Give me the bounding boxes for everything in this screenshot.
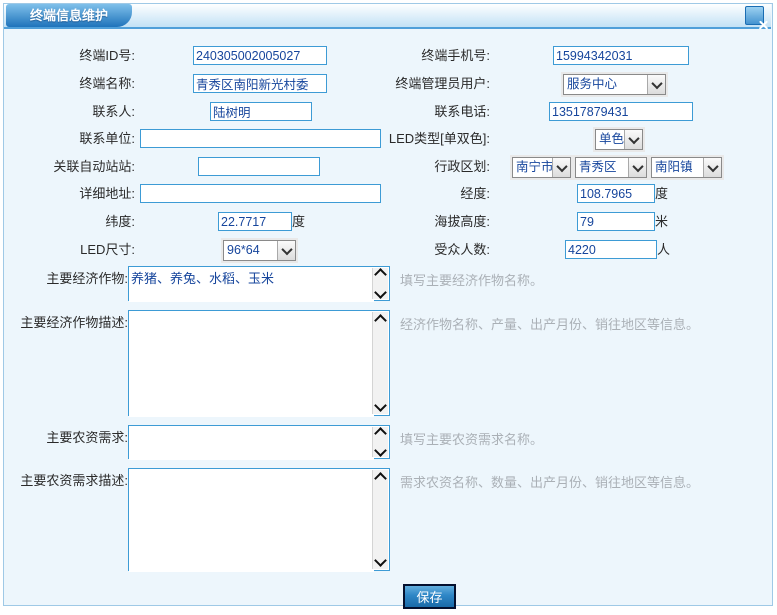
agri-needs-desc-textarea[interactable]	[129, 469, 374, 572]
terminal-id-label: 终端ID号:	[10, 47, 135, 64]
contact-unit-label: 联系单位:	[10, 130, 135, 147]
save-button[interactable]: 保存	[403, 584, 456, 609]
chevron-down-icon	[277, 241, 295, 260]
region-city-value: 南宁市	[513, 159, 552, 176]
longitude-label: 经度:	[340, 185, 490, 202]
latitude-unit: 度	[292, 213, 305, 230]
scroll-down-icon[interactable]	[374, 444, 387, 457]
region-city-select[interactable]: 南宁市	[512, 157, 571, 178]
contact-phone-input[interactable]	[549, 102, 693, 121]
scroll-up-icon[interactable]	[374, 472, 387, 485]
latitude-label: 纬度:	[10, 213, 135, 230]
agri-needs-hint: 填写主要农资需求名称。	[400, 429, 543, 448]
terminal-admin-select[interactable]: 服务中心	[563, 74, 666, 95]
longitude-input[interactable]	[577, 184, 655, 203]
agri-needs-desc-label: 主要农资需求描述:	[10, 472, 128, 489]
altitude-unit: 米	[655, 213, 668, 230]
led-size-value: 96*64	[224, 242, 277, 259]
audience-label: 受众人数:	[340, 241, 490, 258]
terminal-id-input[interactable]	[193, 46, 327, 65]
region-town-select[interactable]: 南阳镇	[651, 157, 722, 178]
led-type-select[interactable]: 单色	[595, 129, 643, 150]
main-crops-desc-label: 主要经济作物描述:	[10, 314, 128, 331]
scroll-up-icon[interactable]	[374, 268, 387, 281]
latitude-input[interactable]	[218, 212, 292, 231]
agri-needs-field	[128, 425, 390, 459]
contact-phone-label: 联系电话:	[340, 103, 490, 120]
scrollbar[interactable]	[372, 427, 388, 457]
scroll-up-icon[interactable]	[374, 427, 387, 440]
auto-station-label: 关联自动站站:	[10, 158, 135, 175]
scroll-up-icon[interactable]	[374, 314, 387, 327]
chevron-down-icon	[624, 130, 642, 149]
scroll-down-icon[interactable]	[374, 399, 387, 412]
contact-label: 联系人:	[10, 103, 135, 120]
titlebar-underline	[4, 27, 771, 29]
audience-unit: 人	[657, 241, 670, 258]
agri-needs-label: 主要农资需求:	[10, 429, 128, 446]
terminal-admin-value: 服务中心	[564, 76, 647, 93]
scroll-down-icon[interactable]	[374, 286, 387, 299]
main-crops-desc-field	[128, 310, 390, 416]
main-crops-label: 主要经济作物:	[10, 270, 128, 287]
auto-station-input[interactable]	[198, 157, 320, 176]
audience-input[interactable]	[565, 240, 657, 259]
scrollbar[interactable]	[372, 268, 388, 299]
region-town-value: 南阳镇	[652, 159, 703, 176]
agri-needs-desc-hint: 需求农资名称、数量、出产月份、销往地区等信息。	[400, 472, 699, 491]
contact-input[interactable]	[210, 102, 312, 121]
page: 终端信息维护 终端ID号: 终端手机号: 终端名称: 终端管理员用户: 服务中心…	[0, 0, 777, 615]
region-label: 行政区划:	[340, 158, 490, 175]
main-crops-desc-textarea[interactable]	[129, 311, 374, 417]
region-district-select[interactable]: 青秀区	[575, 157, 647, 178]
main-crops-hint: 填写主要经济作物名称。	[400, 270, 543, 289]
led-size-select[interactable]: 96*64	[223, 240, 296, 261]
scrollbar[interactable]	[372, 470, 388, 569]
altitude-input[interactable]	[577, 212, 655, 231]
terminal-name-input[interactable]	[193, 74, 327, 93]
agri-needs-textarea[interactable]	[129, 426, 374, 460]
terminal-name-label: 终端名称:	[10, 75, 135, 92]
longitude-unit: 度	[655, 185, 668, 202]
close-button[interactable]	[745, 6, 764, 25]
dialog-title: 终端信息维护	[6, 4, 132, 27]
chevron-down-icon	[552, 158, 570, 177]
terminal-admin-label: 终端管理员用户:	[330, 75, 490, 92]
led-type-label: LED类型[单双色]:	[330, 130, 490, 147]
scroll-down-icon[interactable]	[374, 554, 387, 567]
agri-needs-desc-field	[128, 468, 390, 571]
scrollbar[interactable]	[372, 312, 388, 414]
led-size-label: LED尺寸:	[10, 241, 135, 258]
main-crops-textarea[interactable]: 养猪、养兔、水稻、玉米	[129, 267, 374, 302]
altitude-label: 海拔高度:	[340, 213, 490, 230]
address-label: 详细地址:	[10, 185, 135, 202]
terminal-phone-label: 终端手机号:	[340, 47, 490, 64]
main-crops-field: 养猪、养兔、水稻、玉米	[128, 266, 390, 301]
chevron-down-icon	[628, 158, 646, 177]
chevron-down-icon	[647, 75, 665, 94]
region-district-value: 青秀区	[576, 159, 628, 176]
main-crops-desc-hint: 经济作物名称、产量、出产月份、销往地区等信息。	[400, 314, 699, 333]
led-type-value: 单色	[596, 131, 624, 148]
terminal-phone-input[interactable]	[553, 46, 689, 65]
chevron-down-icon	[703, 158, 721, 177]
